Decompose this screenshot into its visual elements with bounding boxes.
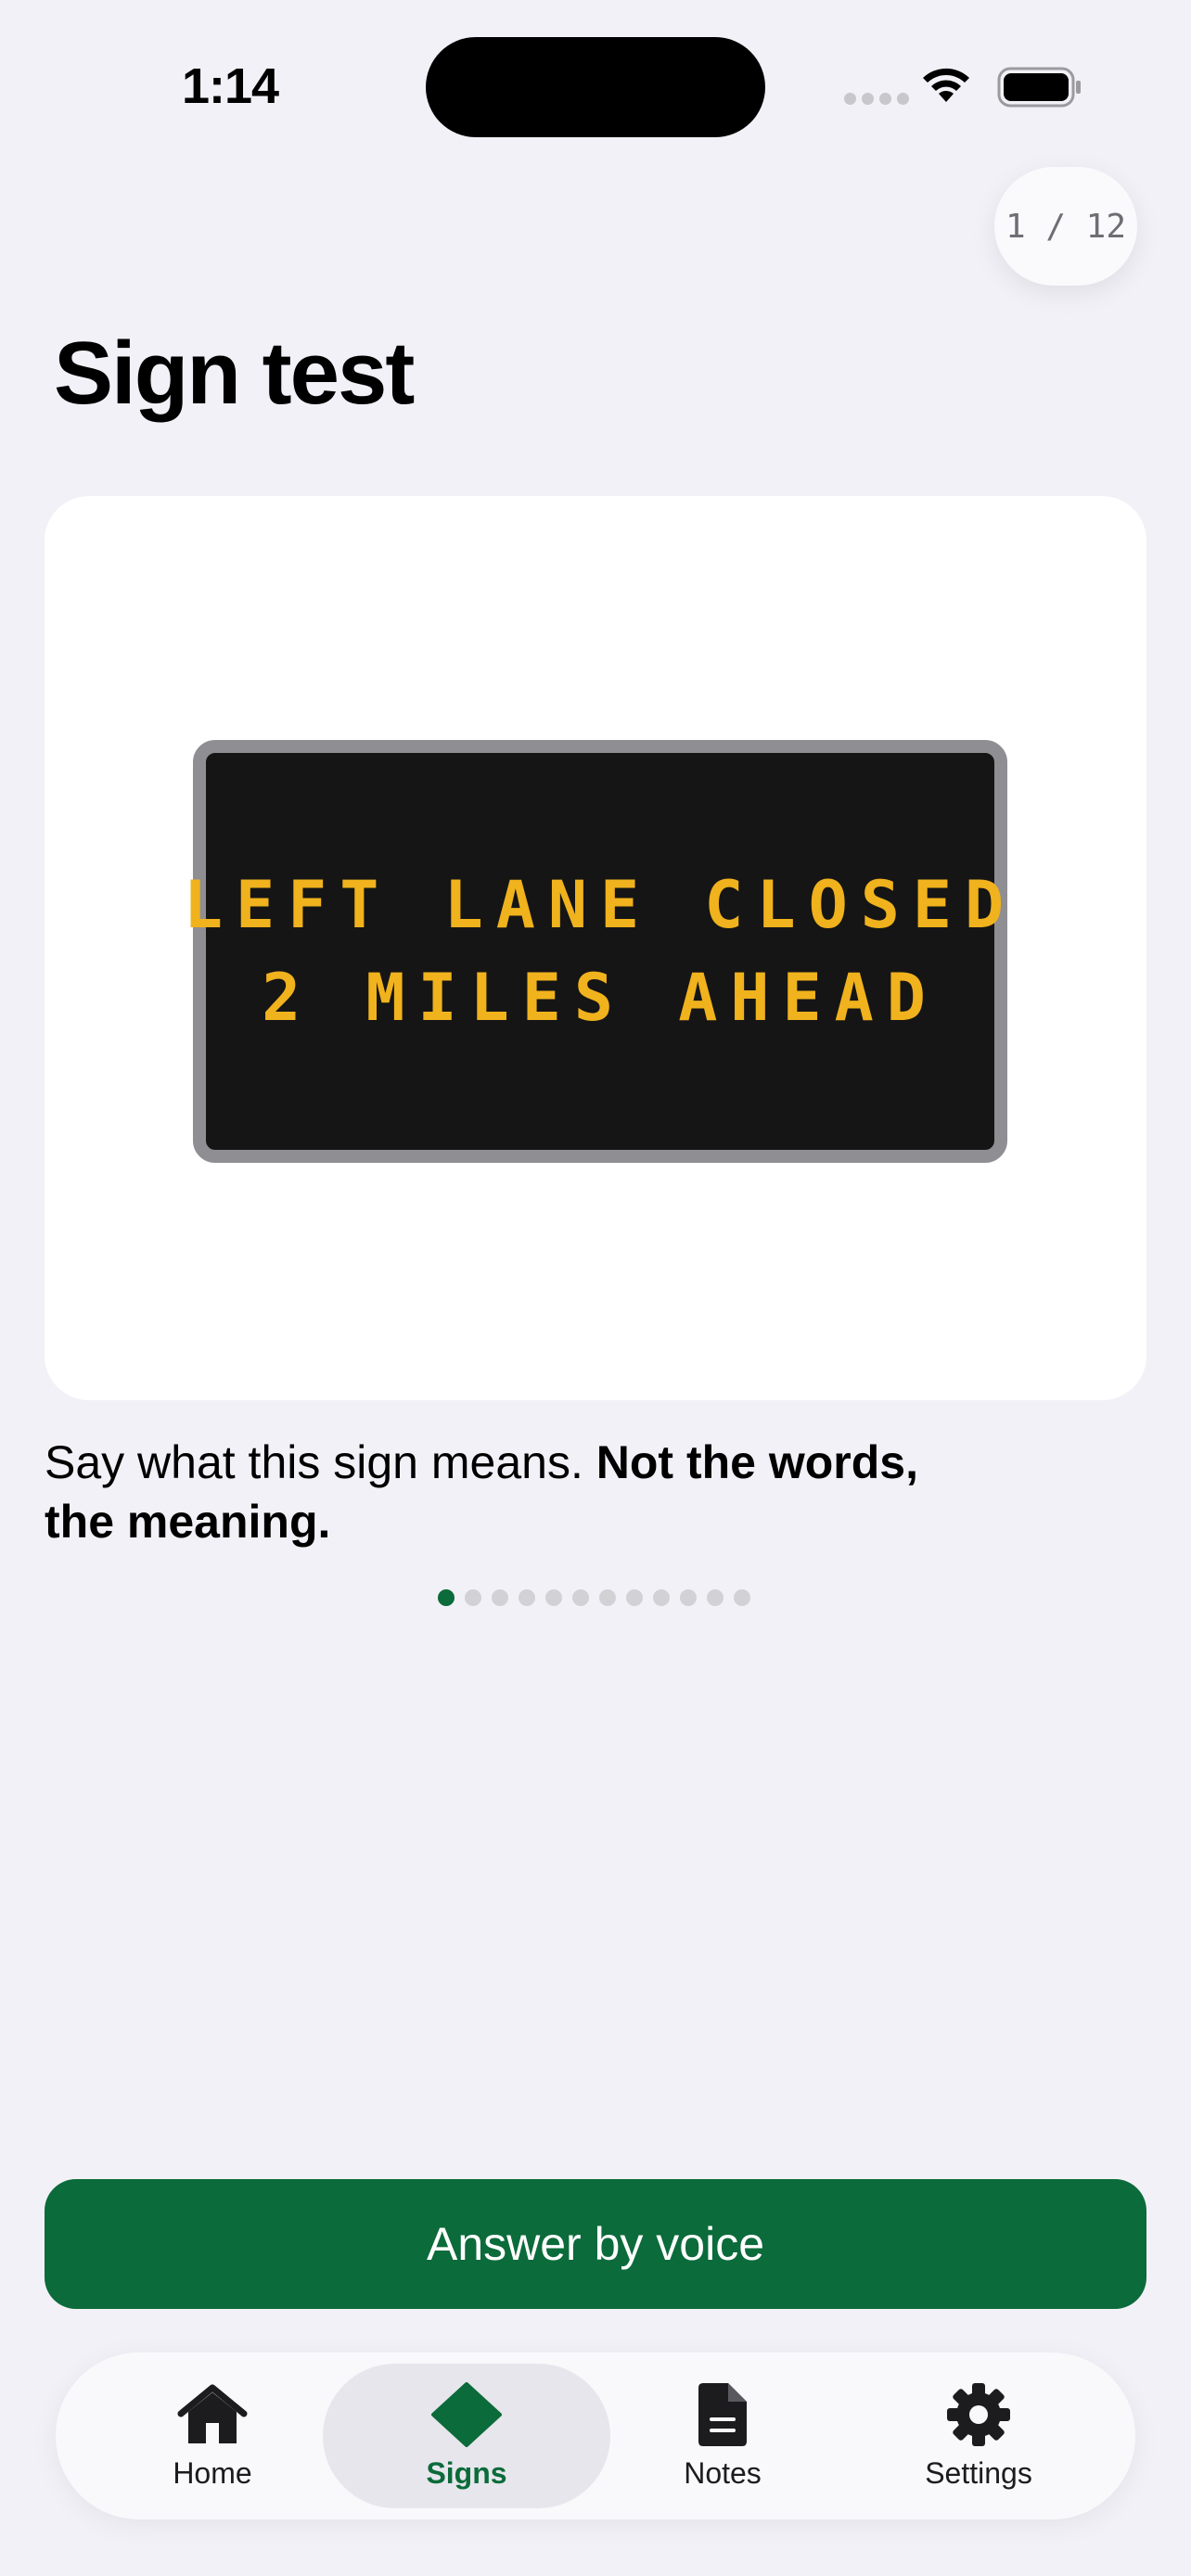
progress-dots bbox=[438, 1589, 750, 1606]
status-time: 1:14 bbox=[182, 58, 279, 114]
tab-home-label: Home bbox=[173, 2455, 252, 2490]
progress-dot bbox=[707, 1589, 724, 1606]
progress-dot bbox=[545, 1589, 562, 1606]
question-prompt: Say what this sign means. Not the words,… bbox=[45, 1433, 972, 1551]
answer-by-voice-button[interactable]: Answer by voice bbox=[45, 2179, 1146, 2309]
progress-dot bbox=[734, 1589, 750, 1606]
tab-bar: Home Signs Notes Settings bbox=[56, 2353, 1135, 2519]
tab-settings-label: Settings bbox=[925, 2455, 1032, 2490]
progress-dot bbox=[626, 1589, 643, 1606]
sign-card: LEFT LANE CLOSED 2 MILES AHEAD bbox=[45, 496, 1146, 1400]
document-icon bbox=[698, 2382, 747, 2446]
progress-dot-current bbox=[438, 1589, 455, 1606]
progress-dot bbox=[519, 1589, 535, 1606]
sign-line-2: 2 MILES AHEAD bbox=[262, 960, 939, 1036]
progress-dot bbox=[653, 1589, 670, 1606]
diamond-sign-icon bbox=[431, 2381, 502, 2447]
page-title: Sign test bbox=[54, 324, 415, 423]
progress-dot bbox=[599, 1589, 616, 1606]
progress-dot bbox=[492, 1589, 508, 1606]
message-sign-image: LEFT LANE CLOSED 2 MILES AHEAD bbox=[184, 740, 1007, 1163]
progress-dot bbox=[572, 1589, 589, 1606]
battery-icon bbox=[997, 67, 1081, 108]
tab-home[interactable]: Home bbox=[69, 2364, 356, 2508]
progress-dot bbox=[465, 1589, 481, 1606]
sign-line-1: LEFT LANE CLOSED bbox=[183, 867, 1018, 943]
prompt-text: Say what this sign means. bbox=[45, 1436, 583, 1488]
dynamic-island bbox=[426, 37, 765, 137]
progress-dot bbox=[680, 1589, 697, 1606]
wifi-icon bbox=[923, 68, 969, 102]
house-icon bbox=[177, 2384, 248, 2443]
tab-settings[interactable]: Settings bbox=[835, 2364, 1122, 2508]
gear-icon bbox=[947, 2382, 1010, 2446]
tab-signs[interactable]: Signs bbox=[323, 2364, 610, 2508]
tab-notes-label: Notes bbox=[684, 2455, 762, 2490]
tab-signs-label: Signs bbox=[426, 2455, 507, 2490]
tab-notes[interactable]: Notes bbox=[579, 2364, 866, 2508]
cellular-signal-icon bbox=[844, 93, 909, 105]
question-counter: 1 / 12 bbox=[994, 167, 1137, 286]
